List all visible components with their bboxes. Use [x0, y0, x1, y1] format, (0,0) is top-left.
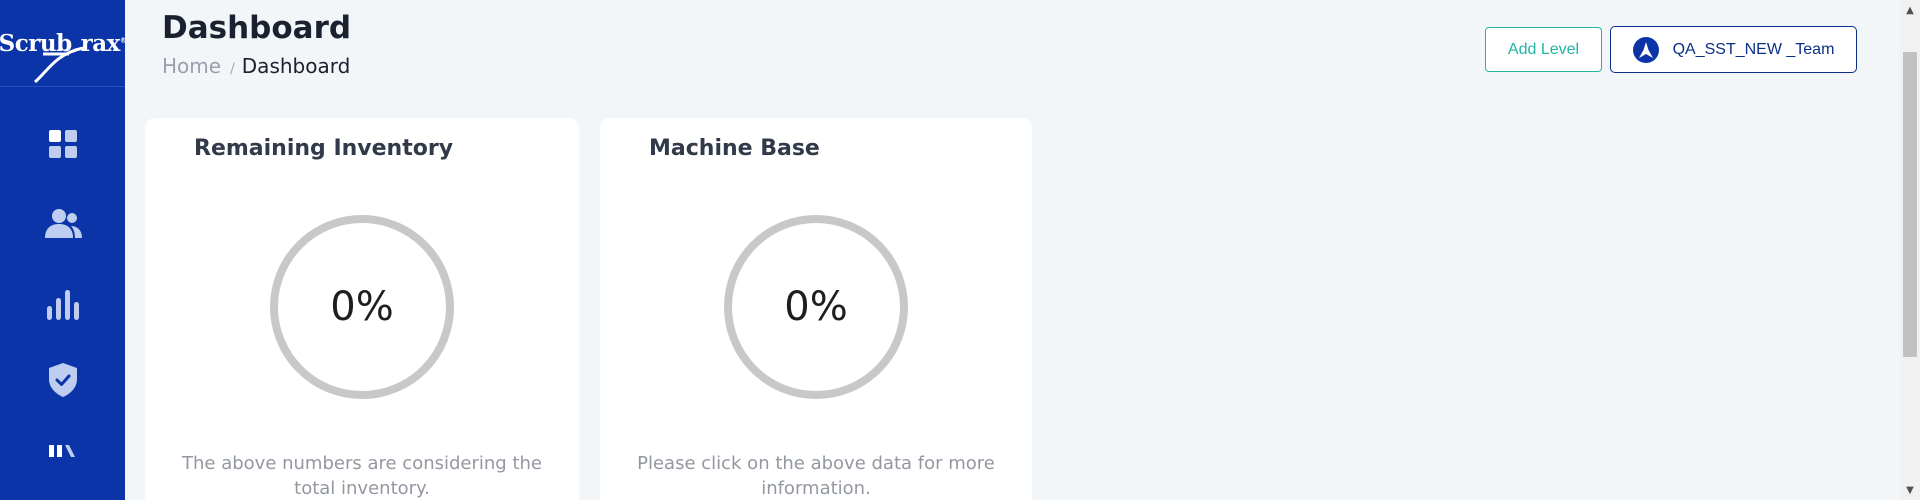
machine-base-card[interactable]: Machine Base 0% Please click on the abov… — [600, 118, 1032, 500]
breadcrumb-current: Dashboard — [241, 54, 351, 78]
card-title: Remaining Inventory — [194, 136, 454, 161]
scroll-down-arrow-icon[interactable]: ▼ — [1900, 480, 1920, 500]
nav-dashboard[interactable] — [0, 114, 125, 174]
breadcrumb-home-link[interactable]: Home — [162, 54, 221, 78]
page-title: Dashboard — [162, 10, 352, 46]
scrollbar-thumb[interactable] — [1903, 52, 1917, 357]
logo-swoosh-icon — [33, 46, 83, 83]
team-label: QA_SST_NEW _Team — [1672, 40, 1835, 58]
nav-reports[interactable] — [0, 275, 125, 335]
nav-compliance[interactable] — [0, 350, 125, 410]
nav-library[interactable] — [0, 421, 125, 481]
shield-check-icon — [48, 363, 77, 397]
card-title: Machine Base — [649, 136, 820, 161]
remaining-inventory-card[interactable]: Remaining Inventory 0% The above numbers… — [145, 118, 579, 500]
team-selector-button[interactable]: QA_SST_NEW _Team — [1610, 26, 1857, 73]
card-note: Please click on the above data for more … — [637, 453, 995, 499]
machine-base-percent-value: 0% — [784, 284, 848, 330]
machine-base-progress-ring[interactable]: 0% — [721, 212, 911, 402]
library-icon — [48, 445, 75, 457]
nav-users[interactable] — [0, 194, 125, 254]
breadcrumb: Home / Dashboard — [162, 54, 350, 78]
breadcrumb-separator: / — [230, 61, 235, 77]
vertical-scrollbar[interactable]: ▲ ▼ — [1900, 0, 1920, 500]
bar-chart-icon — [46, 290, 79, 320]
add-level-button[interactable]: Add Level — [1485, 27, 1602, 72]
team-icon — [1632, 36, 1659, 63]
sidebar: Scrub rax® — [0, 0, 127, 500]
logo-area[interactable]: Scrub rax® — [0, 0, 127, 87]
inventory-progress-ring[interactable]: 0% — [267, 212, 457, 402]
card-note: The above numbers are considering the to… — [182, 453, 542, 499]
scroll-up-arrow-icon[interactable]: ▲ — [1900, 0, 1920, 20]
scrubtrax-logo: Scrub rax® — [0, 30, 127, 83]
users-icon — [44, 209, 82, 238]
dashboard-grid-icon — [48, 130, 77, 158]
inventory-percent-value: 0% — [330, 284, 394, 330]
